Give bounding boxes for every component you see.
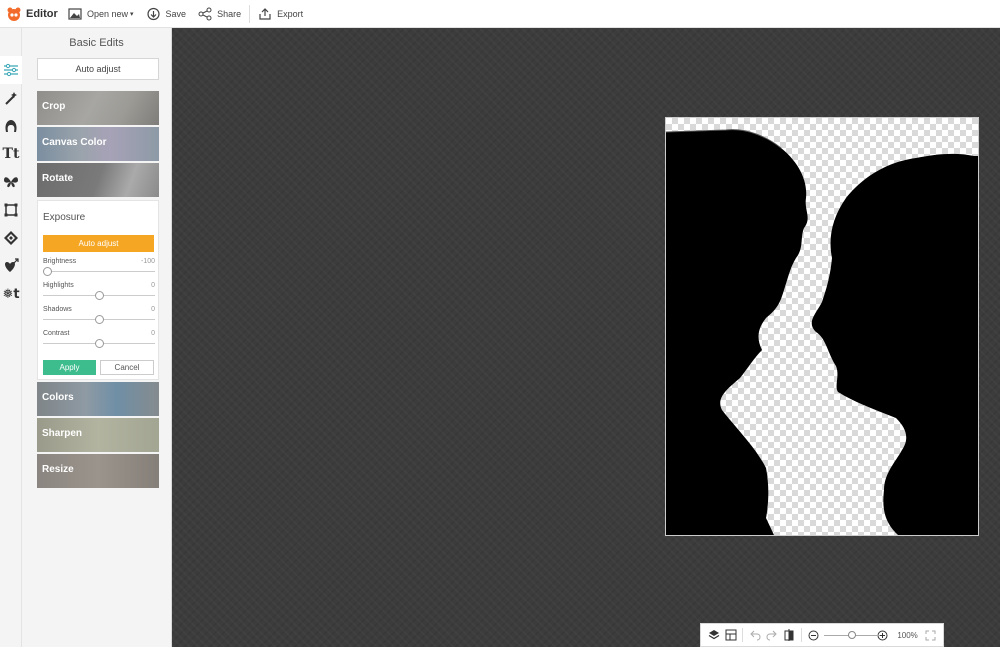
canvas-color-label: Canvas Color: [42, 137, 107, 148]
zoom-out-icon: [808, 630, 819, 640]
compare-button[interactable]: [781, 625, 798, 645]
undo-button[interactable]: [746, 625, 763, 645]
app-title: Editor: [26, 7, 58, 20]
texture-icon: [4, 231, 18, 245]
butterfly-icon: [4, 177, 18, 188]
share-button[interactable]: Share: [192, 0, 247, 28]
open-new-label: Open new: [87, 8, 129, 19]
zoom-out-button[interactable]: [805, 625, 822, 645]
exposure-title: Exposure: [43, 212, 86, 223]
highlights-slider[interactable]: Highlights 0: [43, 282, 155, 302]
zoom-knob[interactable]: [847, 631, 856, 639]
cancel-button[interactable]: Cancel: [100, 360, 154, 375]
rail-textures[interactable]: [0, 224, 22, 252]
contrast-slider[interactable]: Contrast 0: [43, 330, 155, 350]
panel-title: Basic Edits: [69, 37, 124, 49]
logo-icon: [7, 7, 21, 21]
sharpen-label: Sharpen: [42, 428, 83, 439]
top-toolbar: Editor Open new ▾ Save Share Export: [0, 0, 1000, 28]
tool-rail: Tt ❅t: [0, 28, 22, 647]
slider-track[interactable]: [43, 271, 155, 272]
sharpen-tile[interactable]: Sharpen: [37, 418, 159, 452]
silhouette-image: [666, 129, 978, 535]
toolbar-divider: [249, 4, 251, 23]
shadows-label: Shadows: [43, 306, 72, 313]
rail-frames[interactable]: [0, 196, 22, 224]
highlights-label: Highlights: [43, 282, 74, 289]
exposure-auto-adjust-button[interactable]: Auto adjust: [43, 235, 154, 252]
zoom-slider[interactable]: [823, 629, 880, 641]
chevron-down-icon: ▾: [130, 10, 134, 18]
save-button[interactable]: Save: [140, 0, 193, 28]
crop-label: Crop: [42, 101, 66, 112]
share-icon: [198, 7, 212, 20]
canvas-color-tile[interactable]: Canvas Color: [37, 127, 159, 161]
redo-icon: [766, 630, 777, 641]
fullscreen-button[interactable]: [922, 625, 939, 645]
share-label: Share: [217, 8, 242, 19]
rail-touch-up[interactable]: [0, 112, 22, 140]
rail-text[interactable]: Tt: [0, 140, 22, 168]
design-icon: ❅t: [2, 286, 20, 302]
contrast-label: Contrast: [43, 330, 70, 337]
frame-icon: [4, 203, 18, 217]
exposure-panel: Exposure Auto adjust Brightness -100 Hig…: [37, 200, 159, 380]
export-icon: [259, 7, 271, 20]
canvas-workspace[interactable]: [172, 28, 1000, 647]
text-icon: Tt: [2, 146, 20, 162]
open-new-button[interactable]: Open new ▾: [62, 0, 140, 28]
bottom-toolbar: 100%: [700, 623, 944, 647]
bottom-divider: [800, 628, 802, 642]
sliders-icon: [4, 63, 18, 77]
brightness-slider[interactable]: Brightness -100: [43, 258, 155, 278]
magic-wand-icon: [5, 92, 17, 105]
resize-tile[interactable]: Resize: [37, 454, 159, 488]
zoom-level: 100%: [897, 630, 918, 640]
export-label: Export: [277, 8, 304, 19]
image-icon: [68, 7, 82, 20]
rail-graphics[interactable]: [0, 168, 22, 196]
undo-icon: [750, 630, 761, 641]
rotate-label: Rotate: [42, 173, 74, 184]
colors-tile[interactable]: Colors: [37, 382, 159, 416]
layers-icon: [708, 630, 719, 640]
slider-knob[interactable]: [94, 339, 104, 348]
rail-seasonal[interactable]: [0, 252, 22, 280]
face-icon: [5, 120, 17, 132]
compare-icon: [784, 629, 794, 641]
highlights-value: 0: [151, 282, 155, 289]
fullscreen-icon: [925, 630, 936, 640]
contrast-value: 0: [151, 330, 155, 337]
slider-knob[interactable]: [94, 315, 104, 324]
slider-knob[interactable]: [94, 291, 104, 300]
crop-tile[interactable]: Crop: [37, 91, 159, 125]
auto-adjust-button[interactable]: Auto adjust: [37, 58, 159, 80]
rail-basic-edits[interactable]: [0, 56, 22, 84]
export-button[interactable]: Export: [252, 0, 309, 28]
brightness-value: -100: [140, 258, 155, 265]
grid-button[interactable]: [722, 625, 739, 645]
grid-icon: [725, 629, 737, 641]
bottom-divider: [742, 628, 744, 642]
redo-button[interactable]: [763, 625, 780, 645]
basic-edits-panel: Basic Edits Auto adjust Crop Canvas Colo…: [22, 28, 172, 647]
save-label: Save: [165, 8, 187, 19]
shadows-value: 0: [151, 306, 155, 313]
edited-photo[interactable]: [665, 117, 979, 536]
layers-button[interactable]: [705, 625, 722, 645]
rail-design[interactable]: ❅t: [0, 280, 22, 308]
brightness-label: Brightness: [43, 258, 77, 265]
rotate-tile[interactable]: Rotate: [37, 163, 159, 197]
heart-arrow-icon: [5, 258, 19, 272]
rail-effects[interactable]: [0, 84, 22, 112]
shadows-slider[interactable]: Shadows 0: [43, 306, 155, 326]
slider-knob[interactable]: [43, 267, 52, 276]
save-cloud-icon: [146, 7, 160, 20]
colors-label: Colors: [42, 392, 74, 403]
brand: Editor: [0, 6, 62, 22]
apply-button[interactable]: Apply: [43, 360, 96, 375]
resize-label: Resize: [42, 464, 74, 475]
